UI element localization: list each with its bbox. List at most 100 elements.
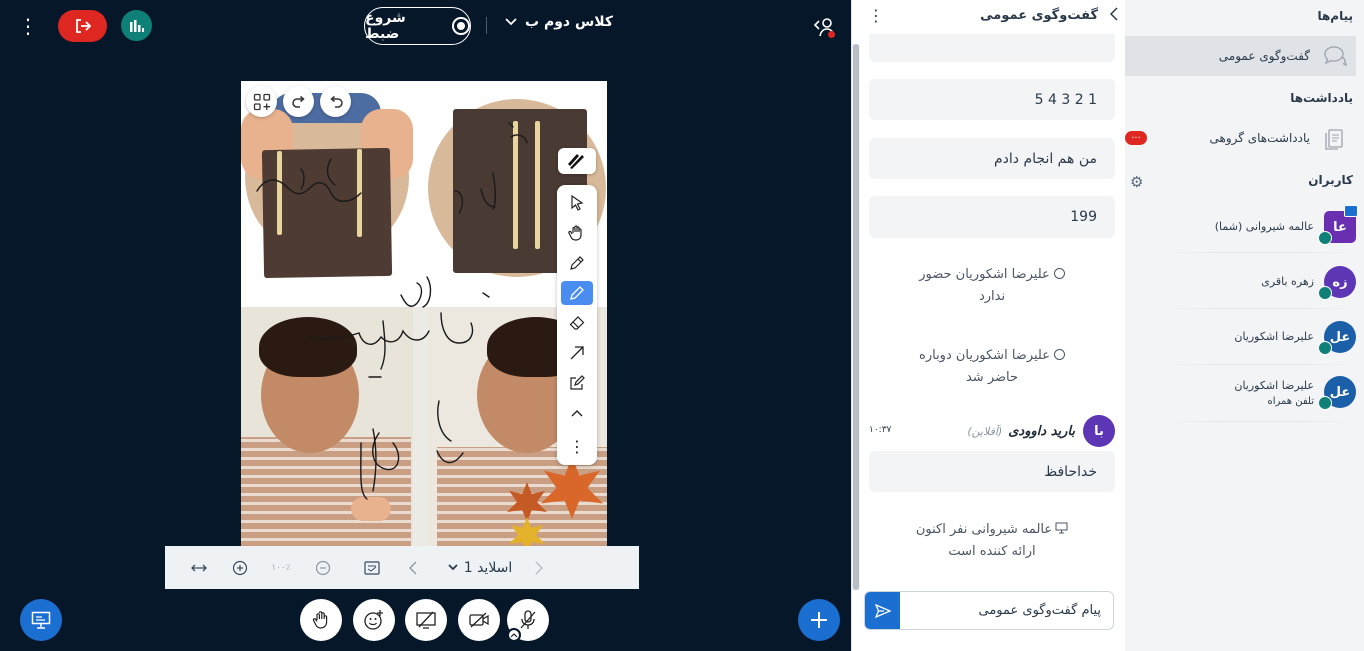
reactions-button[interactable] <box>353 599 395 641</box>
multi-user-whiteboard-button[interactable] <box>558 148 596 174</box>
send-message-button[interactable] <box>865 592 900 629</box>
raise-hand-button[interactable] <box>300 599 342 641</box>
slide-select-label: اسلاید 1 <box>463 559 513 576</box>
next-slide-button[interactable] <box>403 546 423 589</box>
system-message: علیرضا اشکوریان دوباره حاضر شد <box>869 345 1115 389</box>
user-list-item[interactable]: عا عالمه شیروانی (شما) <box>1125 205 1364 247</box>
previous-slide-button[interactable] <box>529 546 549 589</box>
tool-note[interactable] <box>561 371 593 395</box>
pencil-icon <box>570 256 584 270</box>
tool-pan[interactable] <box>561 221 593 245</box>
chevron-up-icon <box>510 633 518 638</box>
user-list-sidebar: پیام‌ها گفت‌وگوی عمومی یادداشت‌ها یادداش… <box>1125 0 1364 651</box>
system-message: علیرضا اشکوریان حضور ندارد <box>869 264 1115 308</box>
chat-options-button[interactable]: ⋮ <box>868 6 884 25</box>
sidebar-item-public-chat[interactable]: گفت‌وگوی عمومی <box>1125 36 1356 76</box>
user-name: زهره باقری <box>1261 275 1314 288</box>
whiteboard-slide[interactable] <box>241 81 607 547</box>
tool-pen[interactable] <box>561 281 593 305</box>
pen-icon <box>570 286 584 300</box>
whiteboard-annotations <box>256 122 528 500</box>
chevron-down-icon <box>505 18 517 26</box>
slide-tools-group <box>246 86 351 117</box>
user-divider <box>1165 252 1355 253</box>
options-menu-button[interactable]: ⋮ <box>16 12 40 40</box>
audio-settings-button[interactable] <box>507 628 521 642</box>
actions-menu-button[interactable] <box>798 599 840 641</box>
slide-select-dropdown[interactable]: اسلاید 1 <box>435 546 525 589</box>
headphones-icon <box>1318 396 1332 410</box>
user-list-item[interactable]: زه زهره باقری <box>1125 262 1364 302</box>
tool-select[interactable] <box>561 191 593 215</box>
message-sender: با بارید داوودی (آفلاین) ۱۰:۳۷ <box>869 415 1115 447</box>
headphones-icon <box>1318 231 1332 245</box>
record-label: شروع ضبط <box>365 10 406 42</box>
chevron-down-icon <box>448 564 458 571</box>
headphones-icon <box>1318 286 1332 300</box>
chat-message-text: من هم انجام دادم <box>994 150 1097 167</box>
meeting-title-dropdown[interactable]: کلاس دوم ب <box>505 14 613 30</box>
chat-message: 1 2 3 4 5 <box>869 79 1115 120</box>
chat-message <box>869 34 1115 62</box>
presenter-icon <box>1055 522 1068 534</box>
chat-message: خداحافظ <box>869 451 1115 492</box>
leave-meeting-button[interactable] <box>58 10 107 42</box>
record-icon <box>452 17 470 35</box>
emoji-add-icon <box>364 610 383 630</box>
fit-width-button[interactable] <box>187 546 211 589</box>
share-webcam-button[interactable] <box>458 599 500 641</box>
tool-draw[interactable] <box>561 251 593 275</box>
user-options-button[interactable]: ⚙ <box>1130 173 1143 191</box>
user-divider <box>1165 421 1355 422</box>
system-message-text: حاضر شد <box>965 370 1019 385</box>
sidebar-item-label: یادداشت‌های گروهی <box>1209 131 1310 145</box>
system-message: عالمه شیروانی نفر اکنون ارائه کننده است <box>869 519 1115 563</box>
more-vertical-icon: ⋮ <box>569 436 585 456</box>
headphones-icon <box>1318 341 1332 355</box>
slide-navigation-bar: ۱۰۰٪ اسلاید 1 <box>165 546 639 589</box>
chat-header: ⋮ گفت‌وگوی عمومی <box>852 0 1126 34</box>
user-list-item[interactable]: عل علیرضا اشکوریان تلفن همراه <box>1125 372 1364 412</box>
undo-button[interactable] <box>320 86 351 117</box>
chat-title: گفت‌وگوی عمومی <box>980 8 1098 23</box>
tool-arrow[interactable] <box>561 341 593 365</box>
system-message-text: علیرضا اشکوریان حضور <box>919 267 1050 282</box>
plus-icon <box>811 612 827 628</box>
start-recording-button[interactable]: شروع ضبط <box>364 7 471 45</box>
kebab-icon: ⋮ <box>18 14 38 38</box>
presentation-toggle-button[interactable] <box>20 599 62 641</box>
cursor-icon <box>571 195 584 211</box>
send-icon <box>874 603 891 618</box>
sender-name: بارید داوودی <box>1008 423 1075 439</box>
avatar: با <box>1083 415 1115 447</box>
redo-button[interactable] <box>283 86 314 117</box>
tool-eraser[interactable] <box>561 311 593 335</box>
toggle-users-list-button[interactable] <box>812 14 838 40</box>
user-name: علیرضا اشکوریان <box>1234 379 1314 392</box>
system-message-text: عالمه شیروانی نفر اکنون <box>915 522 1053 537</box>
messages-section-title: پیام‌ها <box>1317 9 1353 23</box>
share-screen-button[interactable] <box>405 599 447 641</box>
close-chat-button[interactable] <box>1109 6 1118 25</box>
chat-scrollbar-thumb[interactable] <box>853 44 859 590</box>
zoom-out-button[interactable] <box>312 546 334 589</box>
eraser-icon <box>569 316 585 330</box>
user-device: تلفن همراه <box>1267 396 1314 407</box>
user-name: علیرضا اشکوریان <box>1234 330 1314 343</box>
learning-dashboard-button[interactable] <box>121 10 152 41</box>
chat-scrollbar[interactable] <box>852 44 860 590</box>
zoom-in-icon <box>232 560 248 575</box>
sidebar-item-label: گفت‌وگوی عمومی <box>1218 49 1310 63</box>
tool-more[interactable]: ⋮ <box>561 434 593 458</box>
chevron-left-icon <box>409 561 417 574</box>
user-list-item[interactable]: عل علیرضا اشکوریان <box>1125 317 1364 357</box>
chat-message-input[interactable]: پیام گفت‌وگوی عمومی <box>900 592 1113 629</box>
zoom-in-button[interactable] <box>229 546 251 589</box>
screen-share-off-icon <box>416 611 436 629</box>
system-message-text: ندارد <box>978 289 1006 304</box>
add-shapes-button[interactable] <box>246 86 277 117</box>
sidebar-item-group-notes[interactable]: یادداشت‌های گروهی <box>1125 118 1356 158</box>
fit-page-button[interactable] <box>361 546 383 589</box>
chat-input-box: پیام گفت‌وگوی عمومی <box>864 591 1114 630</box>
tool-collapse[interactable] <box>561 401 593 425</box>
